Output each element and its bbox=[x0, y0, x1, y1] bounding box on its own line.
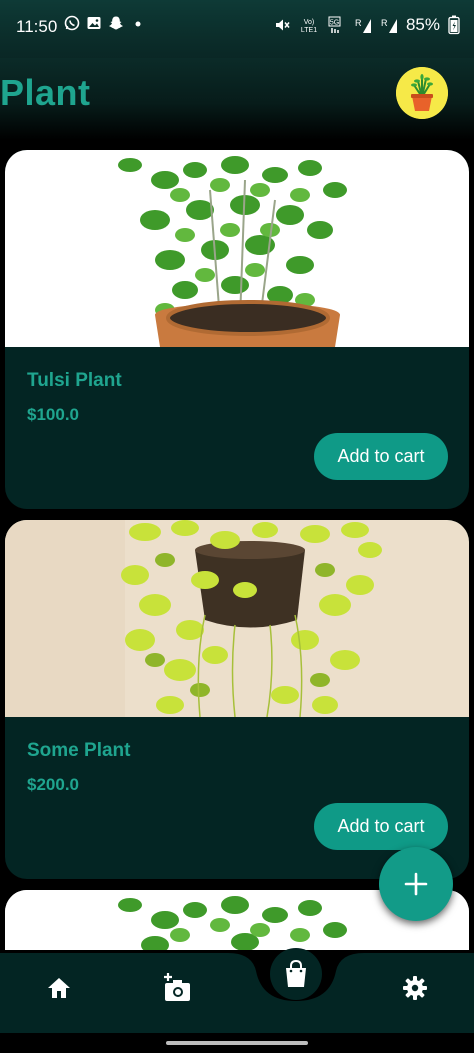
snapchat-icon bbox=[109, 16, 123, 30]
whatsapp-icon bbox=[64, 15, 80, 31]
avatar[interactable] bbox=[396, 67, 448, 119]
page-title: Plant bbox=[0, 72, 91, 113]
product-name: Tulsi Plant bbox=[27, 370, 122, 391]
status-bar: 11:50 Vo) LTE1 5G R R 85% bbox=[0, 0, 474, 58]
svg-text:5G: 5G bbox=[330, 20, 339, 27]
svg-text:R: R bbox=[355, 18, 362, 28]
battery-icon bbox=[448, 15, 460, 35]
nav-shopping-bag[interactable] bbox=[270, 948, 322, 1000]
gallery-icon bbox=[87, 17, 101, 29]
nav-add-photo[interactable] bbox=[157, 968, 197, 1008]
plus-icon bbox=[404, 872, 428, 896]
status-system-icons: Vo) LTE1 5G R R 85% bbox=[274, 15, 460, 35]
5g-signal-icon: 5G bbox=[328, 16, 341, 33]
product-price: $100.0 bbox=[27, 405, 79, 424]
screen: 11:50 Vo) LTE1 5G R R 85% Plant Tulsi Pl… bbox=[0, 0, 474, 1053]
nav-home[interactable] bbox=[39, 968, 79, 1008]
add-to-cart-button[interactable]: Add to cart bbox=[314, 803, 448, 850]
tulsi-plant-image bbox=[5, 150, 469, 347]
status-notification-icons bbox=[64, 15, 146, 31]
mute-icon bbox=[275, 19, 290, 31]
add-to-cart-button[interactable]: Add to cart bbox=[314, 433, 448, 480]
bottom-nav bbox=[0, 953, 474, 1033]
product-image bbox=[5, 520, 469, 718]
product-card[interactable]: Some Plant $200.0 Add to cart bbox=[5, 520, 469, 879]
gesture-handle[interactable] bbox=[166, 1041, 308, 1045]
battery-percent: 85% bbox=[405, 15, 440, 34]
signal-r2-icon: R bbox=[381, 18, 397, 33]
product-price: $200.0 bbox=[27, 775, 79, 794]
settings-icon bbox=[403, 976, 427, 1000]
product-name: Some Plant bbox=[27, 740, 131, 761]
svg-text:R: R bbox=[381, 18, 388, 28]
shopping-bag-icon bbox=[286, 960, 306, 987]
potted-plant-avatar-icon bbox=[396, 67, 448, 119]
hanging-pothos-image bbox=[5, 520, 469, 718]
status-time: 11:50 bbox=[16, 17, 58, 36]
svg-text:LTE1: LTE1 bbox=[301, 27, 317, 34]
product-card[interactable]: Tulsi Plant $100.0 Add to cart bbox=[5, 150, 469, 509]
add-photo-icon bbox=[164, 973, 190, 1001]
volte-icon: Vo) LTE1 bbox=[301, 19, 317, 34]
svg-text:Vo): Vo) bbox=[304, 19, 315, 26]
app-bar: Plant bbox=[0, 58, 474, 140]
product-image bbox=[5, 150, 469, 347]
signal-r-icon: R bbox=[355, 18, 371, 33]
dot-icon bbox=[135, 21, 141, 27]
home-icon bbox=[48, 978, 70, 998]
add-fab-button[interactable] bbox=[379, 847, 453, 921]
nav-settings[interactable] bbox=[395, 968, 435, 1008]
